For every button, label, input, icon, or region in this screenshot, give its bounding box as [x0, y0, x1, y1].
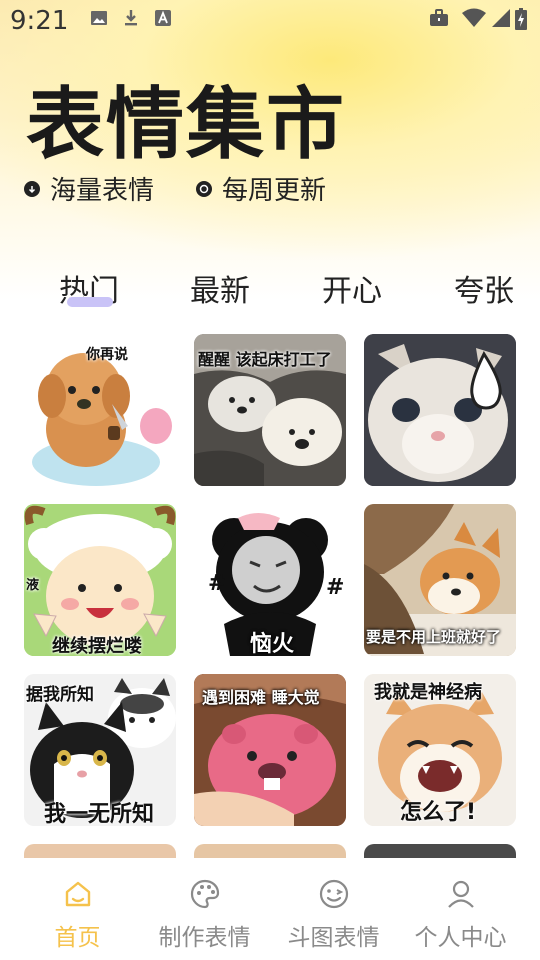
cloud-download-icon	[24, 180, 40, 197]
sticker-sheep-v[interactable]: 液 继续摆烂喽	[24, 504, 176, 656]
font-icon	[152, 8, 174, 30]
sticker-partial-1[interactable]	[24, 844, 176, 858]
sticker-shiba-blanket[interactable]: 要是不用上班就好了	[364, 504, 516, 656]
palette-icon	[190, 879, 219, 909]
tab-happy[interactable]: 开心	[322, 266, 382, 310]
sticker-caption: 遇到困难 睡大觉	[202, 688, 320, 707]
feature-weekly-update: 每周更新	[196, 170, 326, 207]
sticker-bears-bed[interactable]: 醒醒 该起床打工了	[194, 334, 346, 486]
sticker-caption: 醒醒 该起床打工了	[198, 350, 332, 369]
sticker-caption: 要是不用上班就好了	[366, 628, 502, 646]
sticker-cat-laughing[interactable]: 我就是神经病 怎么了!	[364, 674, 516, 826]
download-icon	[120, 8, 142, 30]
sticker-panda-face[interactable]: # # 恼火	[194, 504, 346, 656]
nav-home[interactable]: 首页	[10, 862, 145, 960]
nav-label: 首页	[54, 925, 101, 951]
svg-text:#: #	[326, 575, 344, 600]
sticker-cats-knowing[interactable]: 据我所知 我一无所知	[24, 674, 176, 826]
wink-face-icon	[319, 879, 348, 909]
nav-sticker-battle[interactable]: 斗图表情	[266, 862, 401, 960]
sticker-grid: 你再说 醒醒 该起床打工了 液 继续摆烂喽 # # 恼火 要是不用上班就好了 据…	[24, 334, 516, 858]
app-title: 表情集市	[26, 80, 347, 170]
sticker-caption: 我一无所知	[44, 802, 155, 826]
svg-text:#: #	[208, 571, 226, 596]
gallery-icon	[88, 8, 110, 30]
home-icon	[65, 881, 90, 907]
refresh-icon	[196, 180, 212, 197]
briefcase-icon	[428, 8, 450, 30]
sticker-caption-top: 据我所知	[26, 685, 94, 705]
sticker-puppy-knife[interactable]: 你再说	[24, 334, 176, 486]
signal-icon	[490, 8, 512, 30]
status-time: 9:21	[10, 6, 69, 36]
sticker-caption-top: 我就是神经病	[374, 682, 482, 703]
sticker-partial-2[interactable]	[194, 844, 346, 858]
sticker-caption: 恼火	[250, 632, 295, 656]
feature-label: 海量表情	[50, 176, 155, 206]
sticker-caption: 继续摆烂喽	[52, 636, 142, 656]
tab-active-indicator	[67, 297, 113, 307]
nav-make-sticker[interactable]: 制作表情	[137, 862, 272, 960]
nav-label: 斗图表情	[287, 925, 380, 951]
sticker-cat-sweat[interactable]	[364, 334, 516, 486]
bottom-navigation: 首页 制作表情 斗图表情 个人中心	[0, 862, 540, 960]
sticker-caption: 怎么了!	[400, 800, 477, 825]
wifi-icon	[460, 8, 488, 30]
nav-profile[interactable]: 个人中心	[393, 862, 528, 960]
feature-massive-stickers: 海量表情	[24, 170, 154, 207]
tab-exaggerated[interactable]: 夸张	[454, 266, 514, 310]
sticker-caption: 你再说	[86, 347, 128, 363]
sticker-side-text: 液	[26, 578, 40, 593]
nav-label: 制作表情	[158, 925, 251, 951]
cat-sweat-illustration	[364, 334, 516, 486]
sticker-pink-beaver[interactable]: 遇到困难 睡大觉	[194, 674, 346, 826]
battery-icon	[514, 8, 528, 30]
sticker-partial-3[interactable]	[364, 844, 516, 858]
person-icon	[447, 880, 474, 908]
nav-label: 个人中心	[414, 925, 507, 951]
tab-newest[interactable]: 最新	[190, 266, 250, 310]
feature-label: 每周更新	[222, 176, 327, 206]
status-bar: 9:21	[0, 0, 540, 44]
